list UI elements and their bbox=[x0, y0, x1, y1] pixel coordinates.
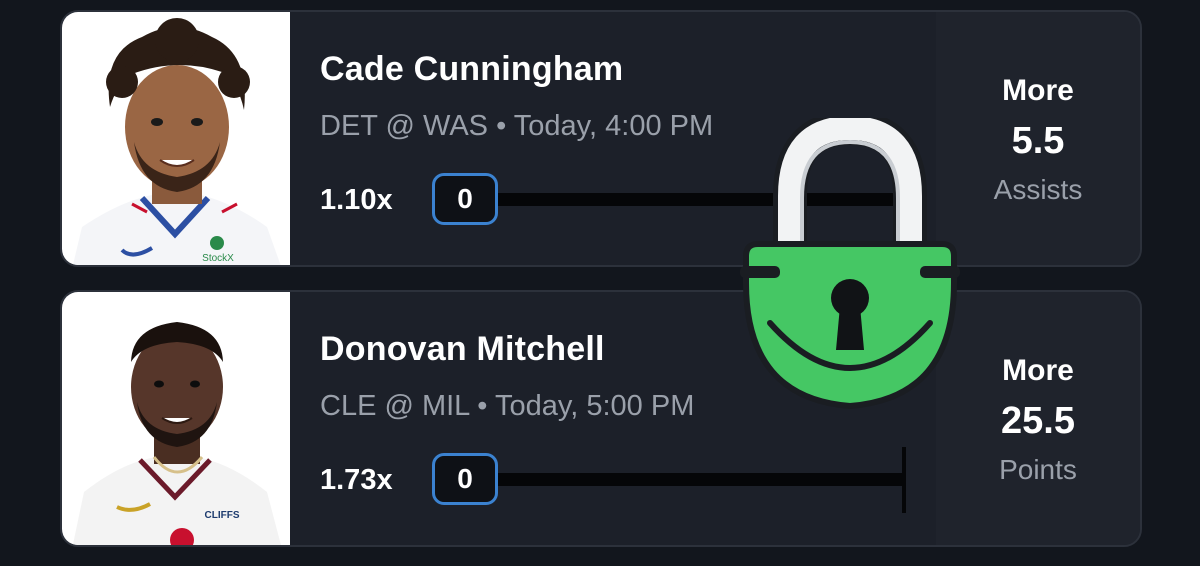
player-photo-donovan-mitchell: CLIFFS bbox=[62, 292, 290, 545]
multiplier: 1.73x bbox=[320, 464, 393, 496]
jersey-patch-stockx: StockX bbox=[202, 253, 234, 264]
pick-line-value: 25.5 bbox=[1001, 400, 1075, 442]
pick-card-cade-cunningham[interactable]: StockX Cade Cunningham DET @ WAS • Today… bbox=[60, 10, 1142, 267]
pick-line-value: 5.5 bbox=[1011, 120, 1065, 162]
multiplier: 1.10x bbox=[320, 184, 393, 216]
player-name: Cade Cunningham bbox=[320, 50, 624, 88]
pick-direction: More bbox=[1002, 354, 1074, 387]
game-info: DET @ WAS • Today, 4:00 PM bbox=[320, 110, 713, 143]
game-time: Today, 5:00 PM bbox=[495, 390, 695, 422]
player-name: Donovan Mitchell bbox=[320, 330, 605, 368]
progress-value-badge: 0 bbox=[432, 453, 498, 505]
separator-dot: • bbox=[477, 390, 488, 422]
pick-direction: More bbox=[1002, 74, 1074, 107]
progress-target-marker bbox=[902, 447, 906, 513]
game-matchup: DET @ WAS bbox=[320, 110, 489, 142]
progress-value-badge: 0 bbox=[432, 173, 498, 225]
game-matchup: CLE @ MIL bbox=[320, 390, 470, 422]
pick-card-donovan-mitchell[interactable]: CLIFFS Donovan Mitchell CLE @ MIL • Toda… bbox=[60, 290, 1142, 547]
pick-stat: Assists bbox=[993, 174, 1083, 205]
jersey-patch-cliffs: CLIFFS bbox=[205, 510, 240, 521]
separator-dot: • bbox=[496, 110, 507, 142]
progress-track bbox=[498, 473, 906, 486]
game-info: CLE @ MIL • Today, 5:00 PM bbox=[320, 390, 694, 423]
pick-stat: Points bbox=[999, 454, 1077, 485]
player-photo-cade-cunningham: StockX bbox=[62, 12, 290, 265]
padlock-icon bbox=[740, 110, 960, 418]
game-time: Today, 4:00 PM bbox=[513, 110, 714, 142]
